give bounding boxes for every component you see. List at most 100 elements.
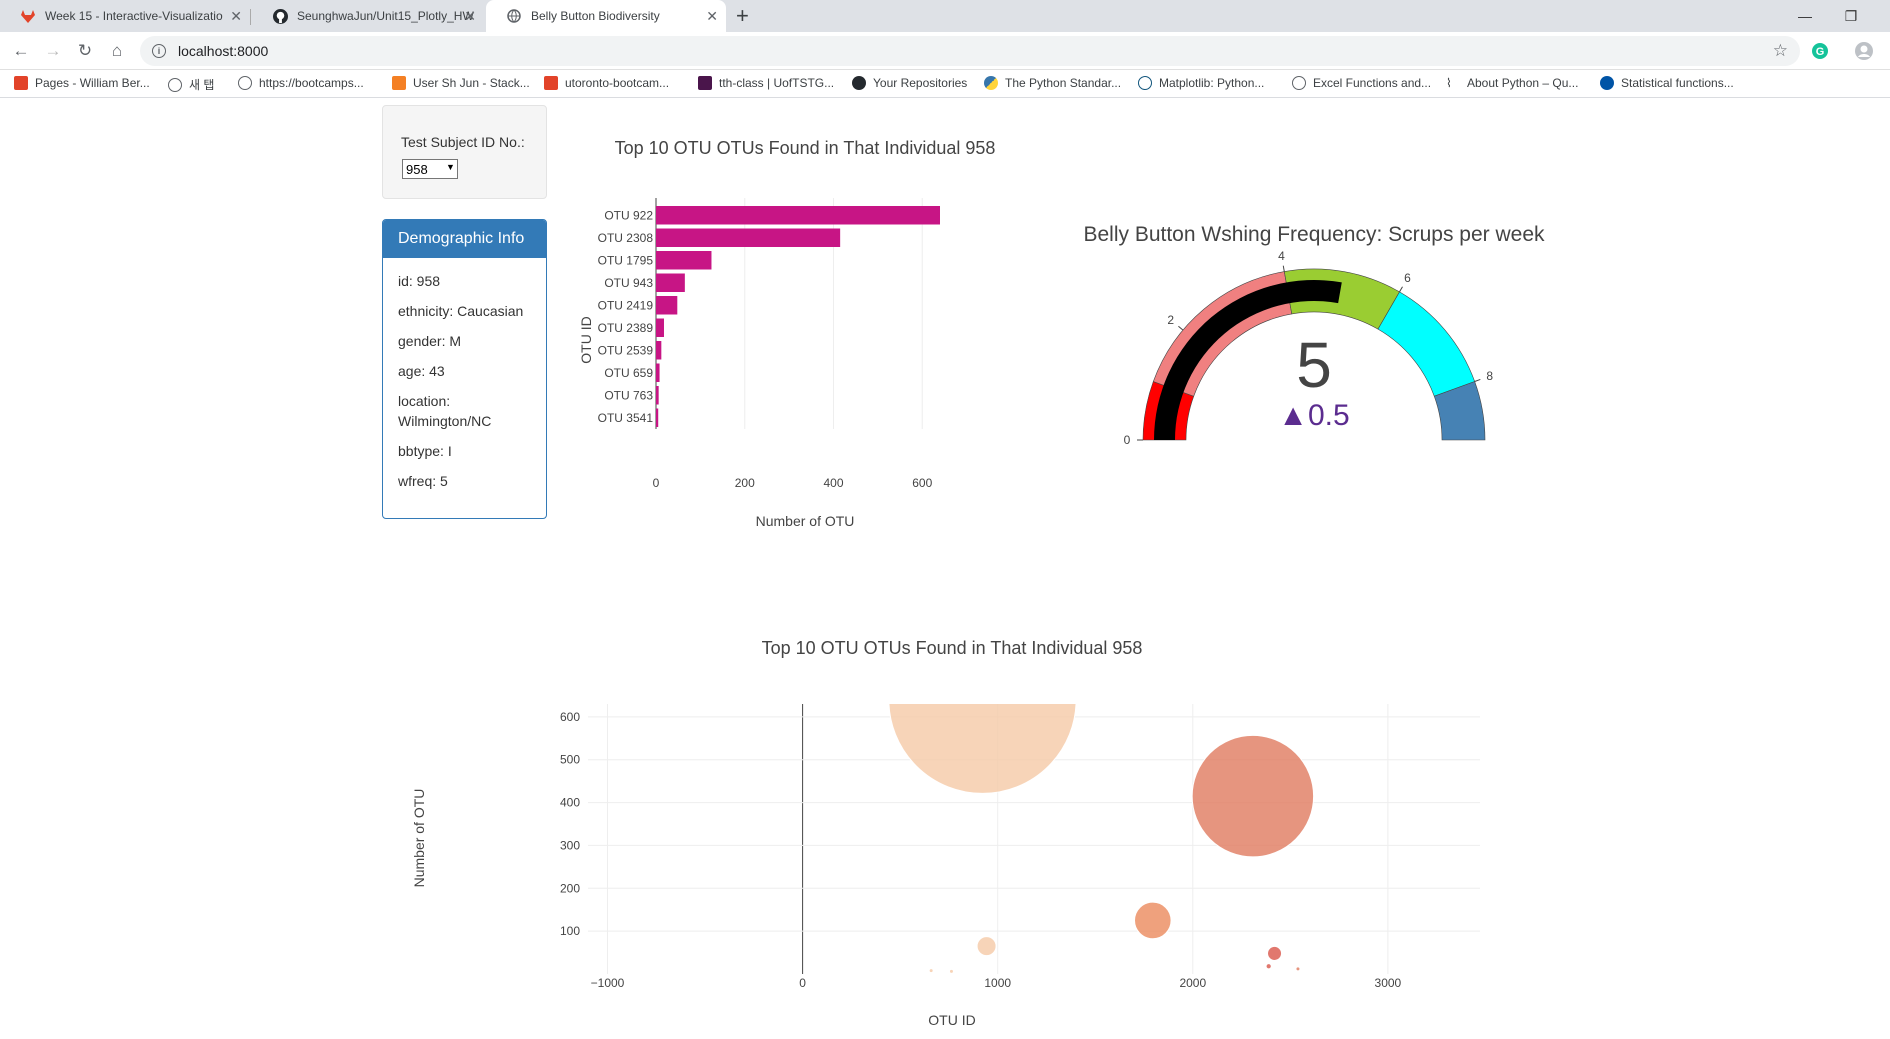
gauge-tick: [1474, 378, 1481, 382]
gauge-band: [1377, 291, 1476, 397]
bar-y-tick-label: OTU 2308: [598, 231, 654, 245]
bar-y-tick-label: OTU 3541: [598, 411, 654, 425]
bookmark-utoronto[interactable]: utoronto-bootcam...: [544, 76, 669, 90]
globe-icon: [1292, 76, 1306, 90]
bar: [656, 408, 659, 427]
bar-y-tick-label: OTU 2389: [598, 321, 654, 335]
bar-y-tick-label: OTU 659: [604, 366, 653, 380]
bookmark-stackoverflow[interactable]: User Sh Jun - Stack...: [392, 76, 530, 90]
gauge-tick: [1178, 325, 1184, 331]
bookmarks-bar: Pages - William Ber... 새 탭 https://bootc…: [0, 70, 1890, 98]
bubble-point: [976, 936, 997, 957]
forward-icon[interactable]: →: [41, 39, 65, 63]
bubble-point: [1295, 966, 1301, 972]
bubble-x-axis-title: OTU ID: [928, 1012, 975, 1028]
bookmark-pages[interactable]: Pages - William Ber...: [14, 76, 150, 90]
subject-id-label: Test Subject ID No.:: [401, 134, 525, 150]
globe-icon: [168, 77, 182, 92]
bookmark-excel[interactable]: Excel Functions and...: [1292, 76, 1431, 90]
demo-age: age: 43: [398, 363, 445, 379]
back-icon[interactable]: ←: [9, 39, 33, 63]
bookmark-statistical[interactable]: Statistical functions...: [1600, 76, 1734, 90]
gauge-tick: [1399, 286, 1403, 293]
bubble-y-tick-label: 300: [560, 838, 580, 852]
github-icon: [852, 76, 866, 90]
bar: [656, 251, 712, 270]
bubble-y-tick-label: 500: [560, 753, 580, 767]
gauge-chart: Belly Button Wshing Frequency: Scrups pe…: [1083, 223, 1545, 447]
bookmark-python[interactable]: The Python Standar...: [984, 76, 1121, 90]
bubble-y-tick-label: 200: [560, 881, 580, 895]
gitlab-icon: [14, 76, 28, 90]
bookmark-tth-class[interactable]: tth-class | UofTSTG...: [698, 76, 834, 90]
tab-github[interactable]: SeunghwaJun/Unit15_Plotly_HW ✕: [252, 0, 484, 32]
gauge-tick: [1282, 265, 1285, 272]
bookmark-new-tab[interactable]: 새 탭: [168, 76, 214, 93]
svg-text:G: G: [1816, 46, 1825, 58]
bar-x-axis-title: Number of OTU: [756, 513, 855, 529]
gauge-tick-label: 2: [1167, 313, 1174, 327]
bar: [656, 206, 940, 225]
tab-label: Week 15 - Interactive-Visualizatio: [45, 9, 223, 23]
tab-week15[interactable]: Week 15 - Interactive-Visualizatio ✕: [0, 0, 250, 32]
bubble-x-tick-label: 2000: [1179, 976, 1206, 990]
bubble-y-axis-title: Number of OTU: [411, 789, 427, 888]
bar-y-tick-label: OTU 763: [604, 388, 653, 402]
info-icon[interactable]: i: [152, 44, 166, 58]
minimize-icon[interactable]: —: [1782, 0, 1828, 32]
bookmark-matplotlib[interactable]: Matplotlib: Python...: [1138, 76, 1264, 90]
demographic-panel: Demographic Info id: 958 ethnicity: Cauc…: [382, 219, 547, 519]
bar: [656, 296, 678, 315]
globe-icon: [238, 76, 252, 90]
address-bar[interactable]: i localhost:8000 ☆: [140, 36, 1800, 66]
python-icon: [984, 76, 998, 90]
bookmark-bootcamps[interactable]: https://bootcamps...: [238, 76, 364, 90]
tab-bar: Week 15 - Interactive-Visualizatio ✕ Seu…: [0, 0, 1890, 32]
bookmark-about-python[interactable]: ⌇ About Python – Qu...: [1446, 76, 1578, 90]
demo-ethnicity: ethnicity: Caucasian: [398, 303, 524, 319]
bar-x-tick-label: 600: [912, 476, 932, 490]
bar-x-tick-label: 200: [735, 476, 755, 490]
star-icon[interactable]: ☆: [1773, 41, 1788, 61]
bubble-x-tick-label: 3000: [1375, 976, 1402, 990]
stackoverflow-icon: [392, 76, 406, 90]
gauge-tick-label: 0: [1124, 433, 1131, 447]
bubble-y-tick-label: 400: [560, 796, 580, 810]
bar-chart: Top 10 OTU OTUs Found in That Individual…: [578, 138, 996, 529]
github-icon: [272, 8, 288, 24]
slack-icon: [698, 76, 712, 90]
bar-chart-title: Top 10 OTU OTUs Found in That Individual…: [615, 138, 996, 158]
reload-icon[interactable]: ↻: [73, 39, 97, 63]
bookmark-repositories[interactable]: Your Repositories: [852, 76, 967, 90]
gitlab-icon: [544, 76, 558, 90]
bar: [656, 363, 660, 382]
demo-bbtype: bbtype: I: [398, 443, 452, 459]
grammarly-icon[interactable]: G: [1808, 39, 1832, 63]
bar-y-tick-label: OTU 2419: [598, 298, 654, 312]
bubble-point: [1191, 734, 1315, 858]
scipy-icon: [1600, 76, 1614, 90]
tab-label: SeunghwaJun/Unit15_Plotly_HW: [297, 9, 474, 23]
tab-belly-button[interactable]: Belly Button Biodiversity ✕: [486, 0, 726, 32]
gitlab-icon: [20, 8, 36, 24]
gauge-title: Belly Button Wshing Frequency: Scrups pe…: [1083, 223, 1545, 246]
new-tab-icon[interactable]: +: [736, 4, 749, 28]
restore-icon[interactable]: ❐: [1828, 0, 1874, 32]
bar: [656, 228, 841, 247]
close-icon[interactable]: ✕: [464, 9, 476, 23]
pulse-icon: ⌇: [1446, 76, 1452, 90]
demo-gender: gender: M: [398, 333, 462, 349]
panel-body: id: 958 ethnicity: Caucasian gender: M a…: [383, 258, 546, 491]
gauge-value: 5: [1296, 329, 1332, 401]
selector-well: Test Subject ID No.: 958 ▼: [382, 105, 547, 199]
subject-id-select[interactable]: 958: [402, 159, 458, 179]
bubble-point: [928, 968, 934, 974]
bubble-x-tick-label: 0: [799, 976, 806, 990]
close-icon[interactable]: ✕: [230, 9, 242, 23]
gauge-tick-label: 6: [1404, 271, 1411, 285]
bubble-y-tick-label: 100: [560, 924, 580, 938]
profile-icon[interactable]: [1852, 39, 1876, 63]
close-icon[interactable]: ✕: [706, 9, 718, 23]
bubble-point: [1134, 901, 1172, 940]
home-icon[interactable]: ⌂: [105, 39, 129, 63]
